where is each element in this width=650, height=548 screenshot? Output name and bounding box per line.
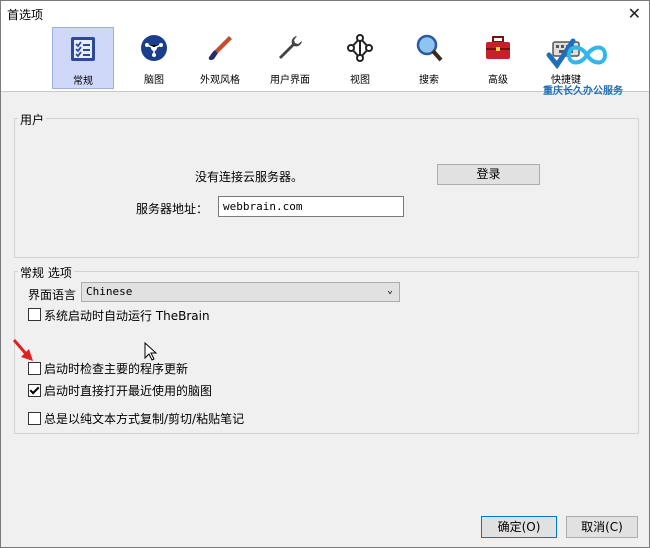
magnifier-icon	[416, 34, 443, 62]
watermark-logo-icon	[546, 38, 608, 70]
tab-label: 脑图	[144, 75, 164, 86]
tab-label: 用户界面	[270, 75, 310, 86]
server-address-label: 服务器地址：	[136, 202, 209, 216]
tab-label: 高级	[488, 75, 508, 86]
preferences-window: 首选项 ✕ 常规 脑图 外观风格 用户界面 视图 搜索 高级 快捷键 重庆长久办…	[0, 0, 650, 548]
check-updates-text: 启动时检查主要的程序更新	[44, 362, 189, 376]
autostart-label[interactable]: 系统启动时自动运行 TheBrain	[44, 307, 210, 324]
general-list-icon	[71, 37, 95, 61]
plain-text-text: 总是以纯文本方式复制/剪切/粘贴笔记	[44, 412, 245, 426]
tab-general[interactable]: 常规	[52, 27, 114, 89]
language-select-value: Chinese	[86, 285, 133, 298]
open-recent-text: 启动时直接打开最近使用的脑图	[44, 384, 213, 398]
close-icon[interactable]: ✕	[628, 4, 641, 23]
cloud-status-text: 没有连接云服务器。	[195, 170, 304, 184]
plain-text-label[interactable]: 总是以纯文本方式复制/剪切/粘贴笔记	[44, 410, 244, 427]
annotation-arrow-icon	[12, 339, 33, 361]
user-group-title: 用户	[18, 111, 47, 128]
checkbox-plain-text[interactable]	[28, 412, 41, 425]
paintbrush-icon	[208, 36, 232, 61]
chevron-down-icon: ⌄	[386, 285, 393, 296]
server-address-input[interactable]: webbrain.com	[218, 196, 404, 217]
tab-label: 搜索	[419, 75, 439, 86]
cancel-button[interactable]: 取消(C)	[566, 516, 638, 538]
tab-search[interactable]: 搜索	[398, 27, 460, 89]
tab-label: 常规	[73, 76, 93, 87]
autostart-text: 系统启动时自动运行 TheBrain	[44, 309, 210, 323]
tab-label: 外观风格	[200, 75, 240, 86]
network-icon	[347, 34, 373, 62]
language-select[interactable]: Chinese ⌄	[81, 282, 400, 302]
tab-brain[interactable]: 脑图	[123, 27, 185, 89]
open-recent-label[interactable]: 启动时直接打开最近使用的脑图	[44, 382, 212, 399]
tab-advanced[interactable]: 高级	[467, 27, 529, 89]
checkbox-open-recent[interactable]	[28, 384, 41, 397]
language-label: 界面语言	[28, 288, 77, 302]
title-bar: 首选项 ✕	[1, 1, 649, 27]
user-group	[14, 118, 639, 258]
ok-button[interactable]: 确定(O)	[481, 516, 557, 538]
watermark-text: 重庆长久办公服务	[543, 86, 623, 97]
tab-ui[interactable]: 用户界面	[259, 27, 321, 89]
general-group-title: 常规 选项	[18, 264, 74, 281]
checkbox-autostart[interactable]	[28, 308, 41, 321]
tab-label: 视图	[350, 75, 370, 86]
toolbox-icon	[486, 36, 510, 59]
tab-view[interactable]: 视图	[329, 27, 391, 89]
login-button[interactable]: 登录	[437, 164, 540, 185]
tab-appearance[interactable]: 外观风格	[189, 27, 251, 89]
brain-icon	[141, 35, 167, 61]
wrench-icon	[279, 36, 302, 59]
window-title: 首选项	[7, 8, 44, 22]
mouse-cursor-icon	[144, 342, 158, 361]
check-updates-label[interactable]: 启动时检查主要的程序更新	[44, 360, 188, 377]
